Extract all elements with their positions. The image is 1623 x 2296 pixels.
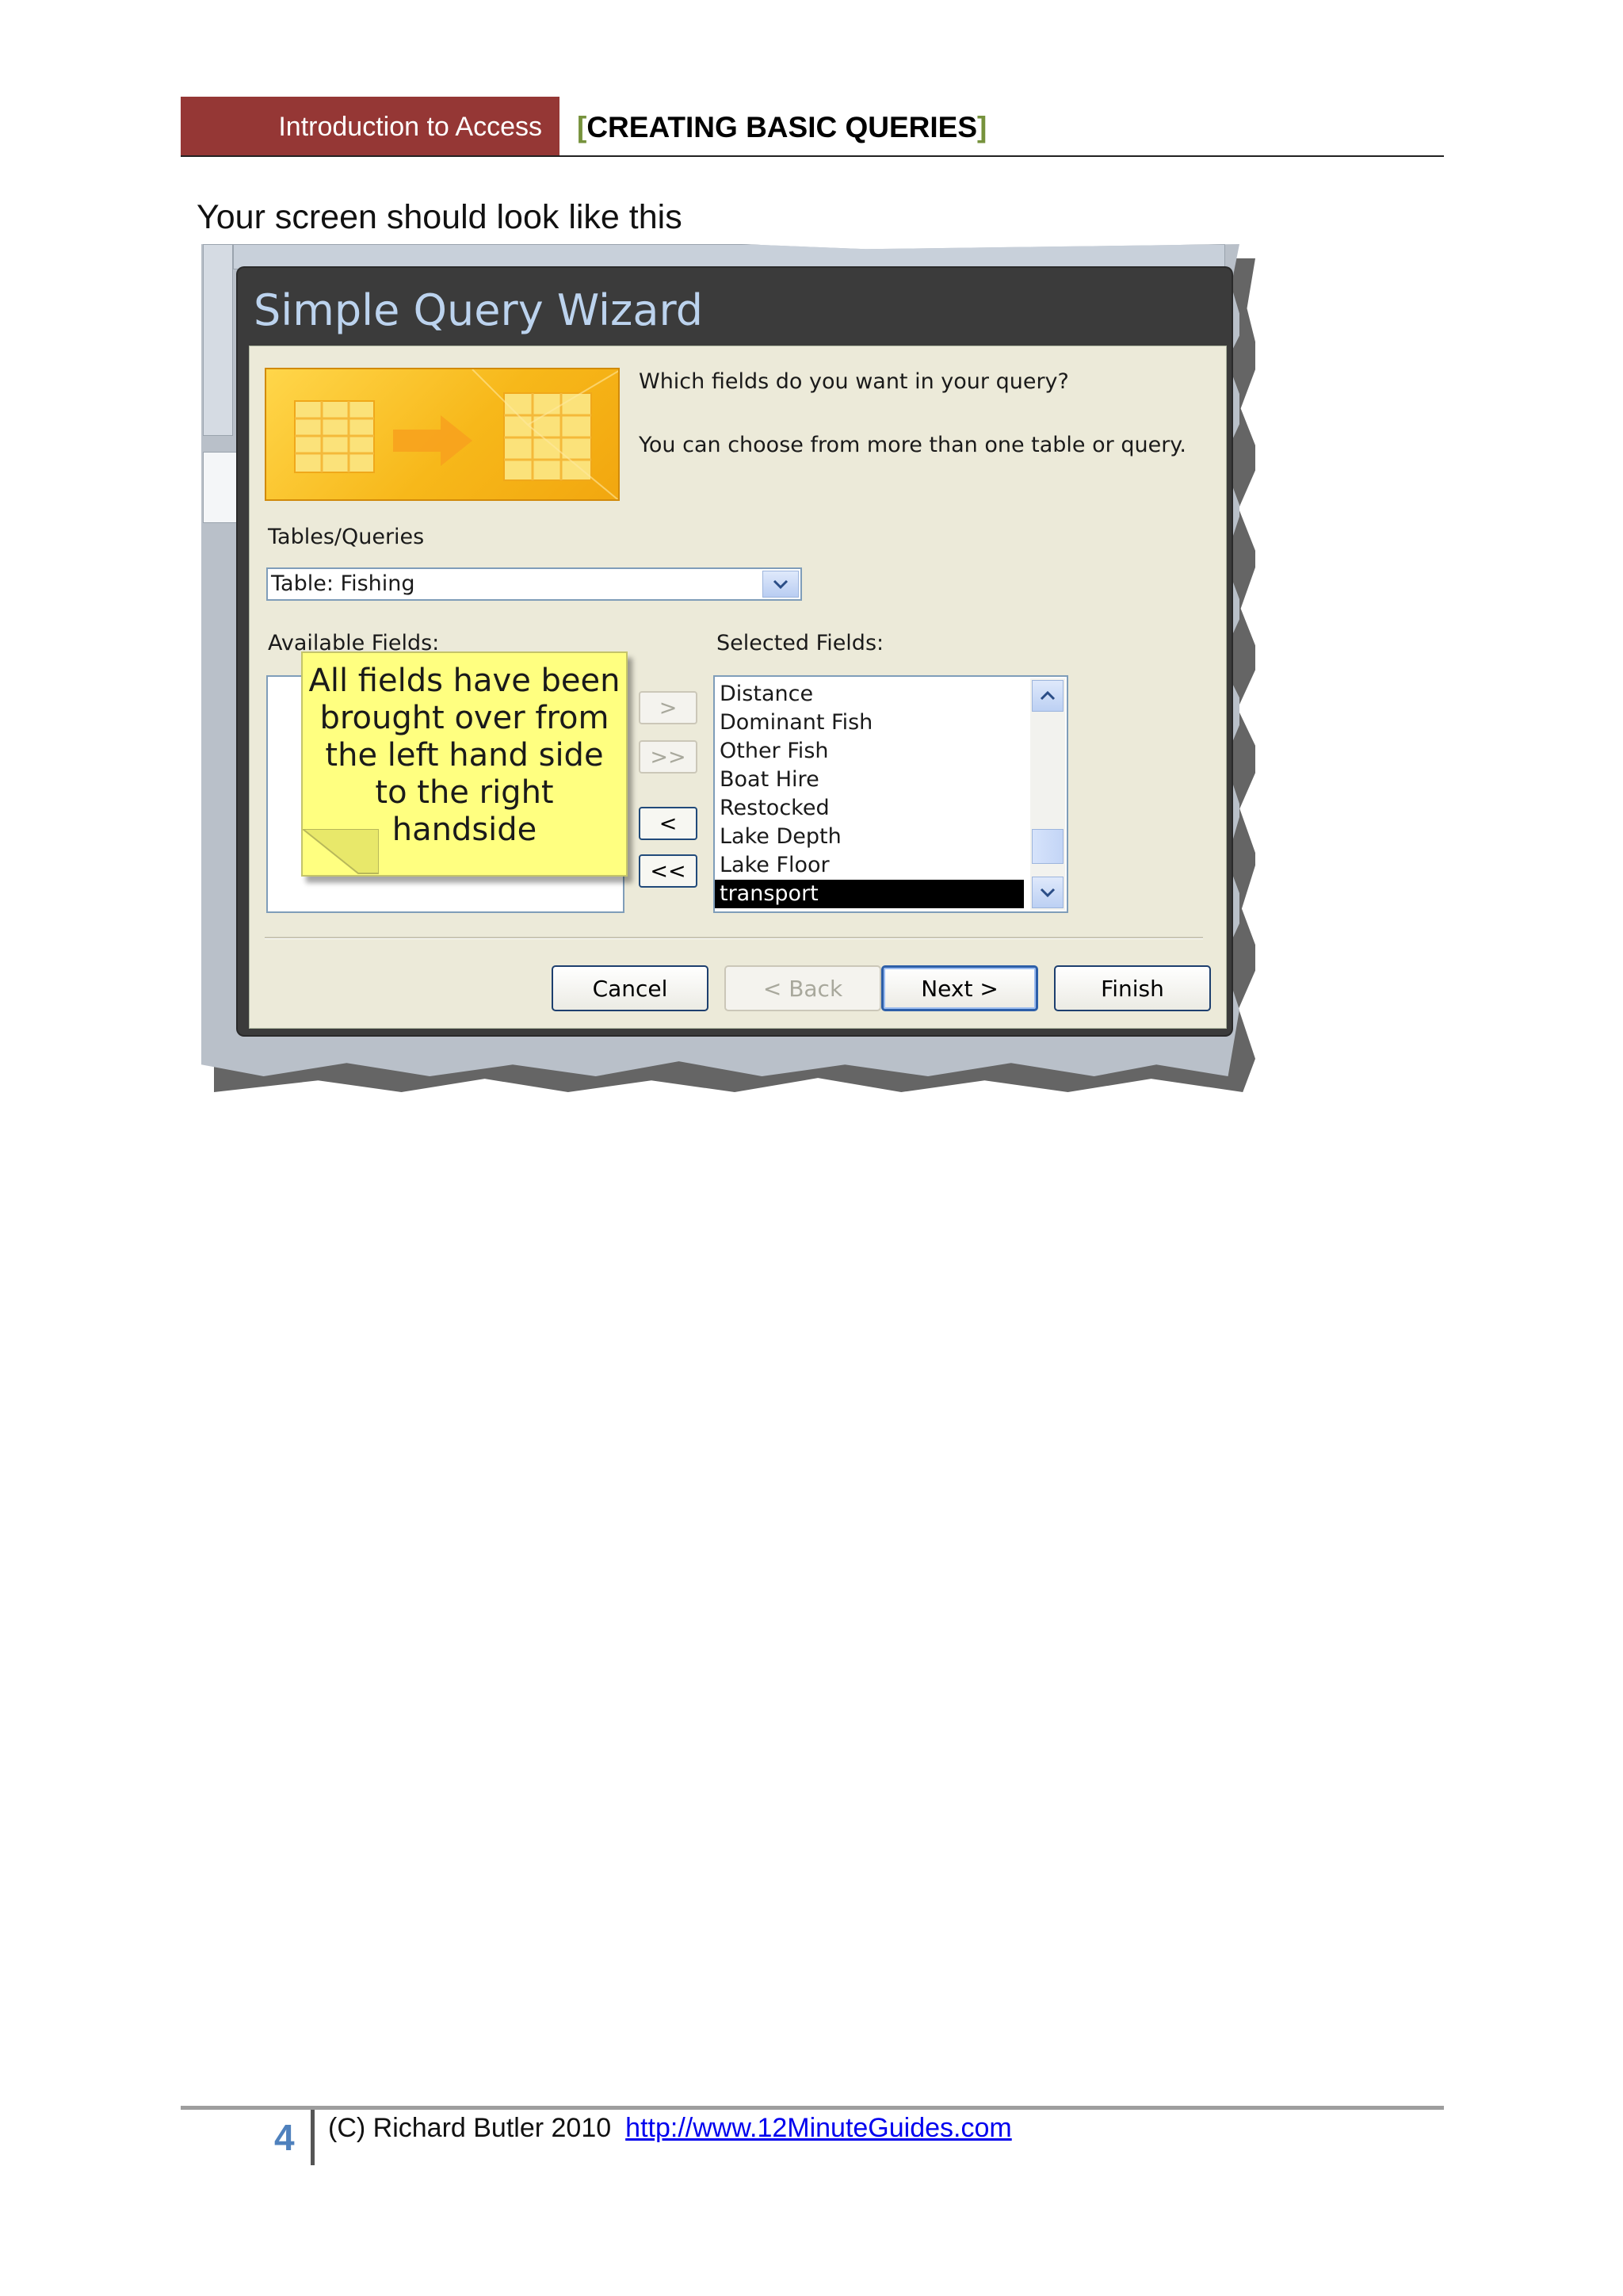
cancel-button[interactable]: Cancel [552, 965, 708, 1011]
footer-rule [181, 2106, 1444, 2110]
header-section-tab: Introduction to Access [181, 97, 559, 157]
selected-field-item[interactable]: Dominant Fish [715, 709, 1067, 737]
chevron-up-icon [1040, 690, 1056, 701]
wizard-illustration-icon [265, 368, 620, 501]
background-doc-fragment [203, 452, 238, 523]
header-chapter-title: [CREATING BASIC QUERIES] [577, 108, 987, 147]
add-all-fields-button[interactable]: >> [639, 740, 697, 774]
tables-queries-value: Table: Fishing [271, 571, 415, 596]
selected-fields-label: Selected Fields: [716, 631, 884, 655]
intro-text: Your screen should look like this [197, 198, 682, 236]
wizard-hint: You can choose from more than one table … [639, 433, 1187, 457]
selected-field-item-highlighted[interactable]: transport [715, 880, 1024, 908]
remove-all-fields-button[interactable]: << [639, 854, 697, 888]
document-page: Introduction to Access [CREATING BASIC Q… [0, 0, 1623, 2296]
footer-link[interactable]: http://www.12MinuteGuides.com [625, 2113, 1012, 2143]
tables-queries-combo[interactable]: Table: Fishing [266, 567, 802, 601]
header-title-text: CREATING BASIC QUERIES [586, 111, 978, 143]
page-number: 4 [274, 2117, 295, 2158]
header-bracket-open: [ [577, 111, 587, 143]
selected-fields-scrollbar[interactable] [1030, 678, 1065, 910]
wizard-question: Which fields do you want in your query? [639, 369, 1069, 394]
scroll-up-button[interactable] [1032, 680, 1064, 712]
chevron-down-icon [1040, 888, 1056, 898]
selected-field-item[interactable]: Distance [715, 680, 1067, 709]
header-bracket-close: ] [977, 111, 987, 143]
background-ribbon-left [203, 244, 233, 436]
add-field-button[interactable]: > [639, 691, 697, 724]
footer-text: (C) Richard Butler 2010 http://www.12Minu… [328, 2113, 1012, 2144]
finish-button[interactable]: Finish [1054, 965, 1211, 1011]
dialog-separator [265, 937, 1203, 939]
back-button[interactable]: < Back [724, 965, 881, 1011]
callout-text: All fields have been brought over from t… [308, 663, 621, 848]
background-ribbon-top [233, 244, 1225, 269]
next-button[interactable]: Next > [881, 965, 1038, 1011]
footer-copyright: (C) Richard Butler 2010 [328, 2113, 612, 2143]
table-transfer-icon [294, 369, 618, 499]
scroll-thumb[interactable] [1032, 829, 1064, 864]
selected-fields-list[interactable]: Distance Dominant Fish Other Fish Boat H… [713, 675, 1068, 913]
remove-field-button[interactable]: < [639, 807, 697, 840]
dialog-title: Simple Query Wizard [254, 285, 703, 335]
selected-field-item[interactable]: Lake Floor [715, 851, 1067, 880]
header-section-label: Introduction to Access [278, 111, 542, 142]
combo-dropdown-button[interactable] [762, 571, 799, 598]
tables-queries-label: Tables/Queries [268, 525, 425, 549]
chevron-down-icon [773, 579, 789, 590]
selected-field-item[interactable]: Other Fish [715, 737, 1067, 766]
header-rule [181, 155, 1444, 157]
selected-field-item[interactable]: Boat Hire [715, 766, 1067, 794]
footer-divider [311, 2110, 315, 2165]
selected-field-item[interactable]: Lake Depth [715, 823, 1067, 851]
selected-field-item[interactable]: Restocked [715, 794, 1067, 823]
scroll-down-button[interactable] [1032, 877, 1064, 908]
